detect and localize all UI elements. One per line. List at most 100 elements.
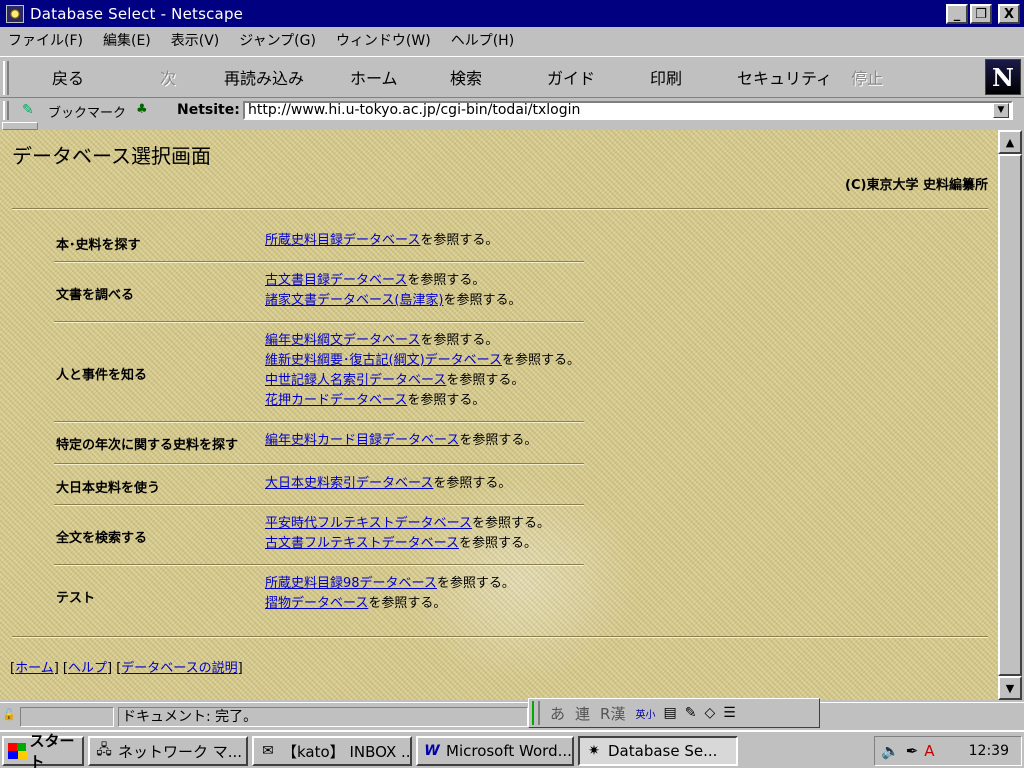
divider bbox=[12, 636, 988, 638]
url-input[interactable]: http://www.hi.u-tokyo.ac.jp/cgi-bin/toda… bbox=[243, 101, 1013, 120]
task-netscape[interactable]: ✷ Database Se... bbox=[578, 736, 738, 766]
reload-button[interactable]: 再読み込み bbox=[224, 65, 304, 89]
divider bbox=[54, 564, 584, 566]
link-suffix: を参照する。 bbox=[502, 353, 581, 368]
netscape-app-icon[interactable] bbox=[6, 4, 24, 23]
scroll-down-icon[interactable]: ▼ bbox=[998, 676, 1022, 700]
task-label: 【kato】 INBOX ... bbox=[282, 742, 412, 761]
divider bbox=[12, 208, 988, 210]
category-label: 全文を検索する bbox=[56, 531, 148, 546]
link-suffix: を参照する。 bbox=[407, 273, 486, 288]
security-button[interactable]: セキュリティ bbox=[737, 65, 832, 89]
vertical-scrollbar[interactable]: ▲ ▼ bbox=[998, 130, 1022, 700]
db-link[interactable]: 大日本史料索引データベース bbox=[265, 476, 433, 491]
security-lock-icon[interactable]: 🔓 bbox=[2, 708, 16, 724]
window-controls: _ ❐ X bbox=[946, 4, 1020, 24]
page-title: データベース選択画面 bbox=[12, 144, 211, 168]
ime-pad-icon[interactable]: ◇ bbox=[704, 705, 715, 721]
toolbar-collapse-tab[interactable] bbox=[2, 122, 38, 130]
db-link[interactable]: 古文書目録データベース bbox=[265, 273, 407, 288]
task-label: ネットワーク マ... bbox=[118, 742, 243, 761]
clock[interactable]: 12:39 bbox=[969, 743, 1009, 759]
bracket: ] [ bbox=[53, 661, 68, 676]
db-link[interactable]: 維新史料綱要･復古記(綱文)データベース bbox=[265, 353, 502, 368]
category-links: 編年史料カード目録データベースを参照する。 bbox=[265, 431, 537, 451]
forward-button[interactable]: 次 bbox=[160, 65, 176, 89]
home-button[interactable]: ホーム bbox=[350, 65, 398, 89]
ime-grip[interactable] bbox=[532, 701, 540, 725]
search-button[interactable]: 検索 bbox=[450, 65, 482, 89]
minimize-button[interactable]: _ bbox=[946, 4, 968, 24]
menu-window[interactable]: ウィンドウ(W) bbox=[336, 30, 431, 50]
bracket: ] [ bbox=[107, 661, 122, 676]
task-mail[interactable]: ✉ 【kato】 INBOX ... bbox=[252, 736, 412, 766]
link-suffix: を参照する。 bbox=[443, 293, 522, 308]
volume-icon[interactable]: 🔈 bbox=[881, 742, 900, 760]
task-word[interactable]: W Microsoft Word... bbox=[416, 736, 574, 766]
ime-toolbar: あ 連 R漢 英小 ▤ ✎ ◇ ☰ bbox=[528, 698, 820, 728]
page-proxy-icon[interactable]: ♣ bbox=[136, 102, 148, 117]
category-links: 平安時代フルテキストデータベースを参照する。 古文書フルテキストデータベースを参… bbox=[265, 514, 550, 554]
task-label: Microsoft Word... bbox=[446, 742, 572, 760]
navigation-toolbar: 戻る 次 再読み込み ホーム 検索 ガイド 印刷 セキュリティ 停止 N bbox=[0, 56, 1024, 98]
url-dropdown-icon[interactable]: ▼ bbox=[993, 103, 1009, 118]
bookmark-icon[interactable]: ✎ bbox=[22, 102, 44, 118]
start-button[interactable]: スタート bbox=[2, 732, 84, 768]
link-suffix: を参照する。 bbox=[458, 536, 537, 551]
ime-status-icon[interactable]: A bbox=[924, 742, 934, 760]
window-title: Database Select - Netscape bbox=[30, 4, 244, 23]
ime-input-mode[interactable]: あ bbox=[550, 703, 565, 724]
ime-pen-icon[interactable]: ✒ bbox=[906, 742, 919, 760]
netscape-logo[interactable]: N bbox=[985, 59, 1021, 95]
menu-bar: ファイル(F) 編集(E) 表示(V) ジャンプ(G) ウィンドウ(W) ヘルプ… bbox=[0, 27, 1024, 53]
footer-help-link[interactable]: ヘルプ bbox=[68, 661, 107, 676]
scroll-up-icon[interactable]: ▲ bbox=[998, 130, 1022, 154]
netscape-icon: ✷ bbox=[588, 743, 600, 759]
ime-properties-icon[interactable]: ☰ bbox=[723, 705, 736, 721]
bookmarks-button[interactable]: ブックマーク bbox=[48, 102, 126, 121]
ime-romaji-kanji[interactable]: R漢 bbox=[600, 703, 625, 724]
stop-button[interactable]: 停止 bbox=[851, 65, 883, 89]
scroll-thumb[interactable] bbox=[998, 154, 1022, 676]
menu-go[interactable]: ジャンプ(G) bbox=[239, 30, 316, 50]
db-link[interactable]: 所蔵史料目録データベース bbox=[265, 233, 420, 248]
footer-about-link[interactable]: データベースの説明 bbox=[121, 661, 237, 676]
task-label: Database Se... bbox=[608, 742, 718, 760]
db-link[interactable]: 編年史料カード目録データベース bbox=[265, 433, 459, 448]
menu-edit[interactable]: 編集(E) bbox=[103, 30, 151, 50]
db-link[interactable]: 所蔵史料目録98データベース bbox=[265, 576, 437, 591]
category-label: 大日本史料を使う bbox=[56, 481, 161, 496]
print-button[interactable]: 印刷 bbox=[650, 65, 682, 89]
footer-home-link[interactable]: ホーム bbox=[15, 661, 54, 676]
db-link[interactable]: 花押カードデータベース bbox=[265, 393, 407, 408]
toolbar-grip[interactable] bbox=[3, 61, 9, 95]
db-link[interactable]: 中世記録人名索引データベース bbox=[265, 373, 446, 388]
netsite-label: Netsite: bbox=[177, 102, 240, 118]
db-link[interactable]: 古文書フルテキストデータベース bbox=[265, 536, 459, 551]
ime-conversion-mode[interactable]: 連 bbox=[575, 703, 590, 724]
menu-help[interactable]: ヘルプ(H) bbox=[451, 30, 514, 50]
word-icon: W bbox=[424, 743, 440, 759]
copyright-text: (C)東京大学 史料編纂所 bbox=[845, 178, 988, 193]
db-link[interactable]: 平安時代フルテキストデータベース bbox=[265, 516, 472, 531]
mail-icon: ✉ bbox=[262, 743, 274, 759]
db-link[interactable]: 摺物データベース bbox=[265, 596, 368, 611]
menu-view[interactable]: 表示(V) bbox=[171, 30, 220, 50]
link-suffix: を参照する。 bbox=[420, 333, 499, 348]
location-grip[interactable] bbox=[3, 101, 9, 120]
title-bar: Database Select - Netscape _ ❐ X bbox=[0, 0, 1024, 27]
close-button[interactable]: X bbox=[998, 4, 1020, 24]
ime-eisho[interactable]: 英小 bbox=[635, 706, 655, 721]
link-suffix: を参照する。 bbox=[420, 233, 499, 248]
guide-button[interactable]: ガイド bbox=[547, 65, 595, 89]
db-link[interactable]: 編年史料綱文データベース bbox=[265, 333, 420, 348]
menu-file[interactable]: ファイル(F) bbox=[8, 30, 83, 50]
restore-button[interactable]: ❐ bbox=[970, 4, 992, 24]
db-link[interactable]: 諸家文書データベース(島津家) bbox=[265, 293, 444, 308]
ime-tool-icon[interactable]: ✎ bbox=[685, 705, 697, 721]
category-links: 所蔵史料目録98データベースを参照する。 摺物データベースを参照する。 bbox=[265, 574, 515, 614]
ime-dictionary-icon[interactable]: ▤ bbox=[663, 705, 676, 721]
back-button[interactable]: 戻る bbox=[52, 65, 84, 89]
task-network[interactable]: 🖧 ネットワーク マ... bbox=[88, 736, 248, 766]
link-suffix: を参照する。 bbox=[368, 596, 447, 611]
